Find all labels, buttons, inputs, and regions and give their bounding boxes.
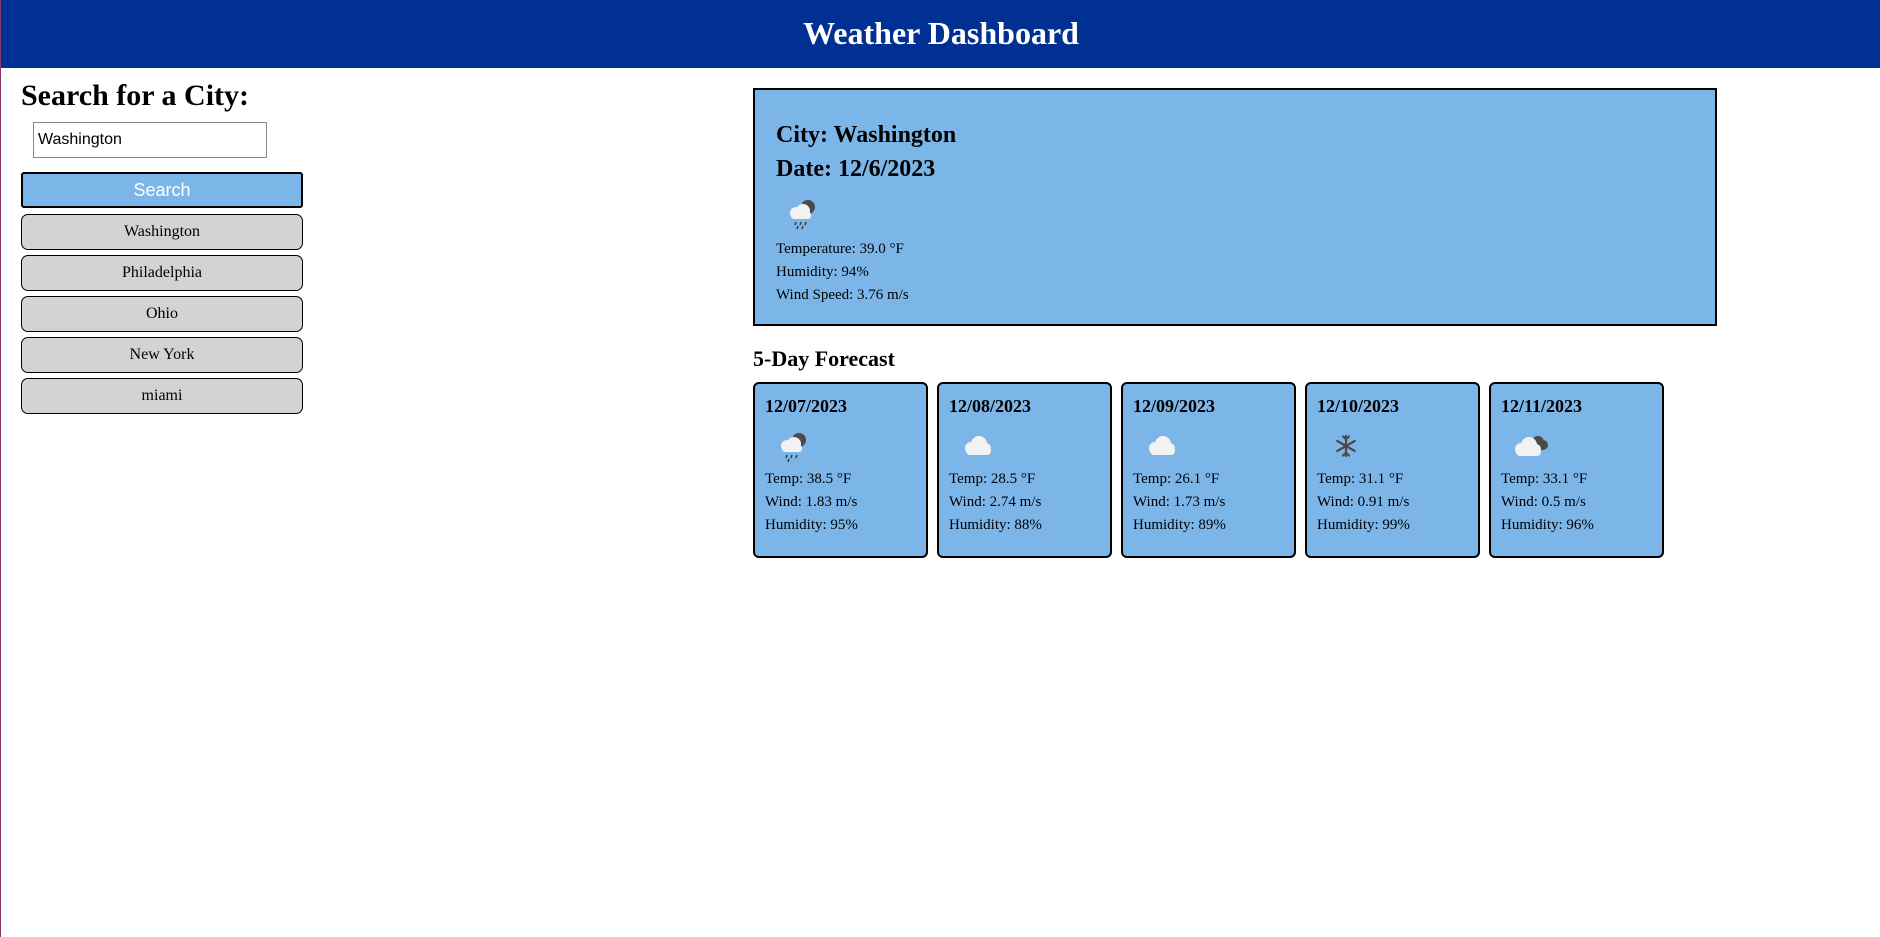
forecast-wind: Wind: 2.74 m/s [949, 494, 1042, 510]
search-sidebar: Search for a City: Search Washington Phi… [21, 78, 305, 419]
rain-cloud-night-icon [781, 433, 806, 463]
snowflake-icon [1336, 434, 1356, 458]
forecast-temp: Temp: 38.5 °F [765, 471, 852, 487]
forecast-stats: Temp: 28.5 °F Wind: 2.74 m/s Humidity: 8… [949, 468, 1100, 537]
forecast-wind: Wind: 0.91 m/s [1317, 494, 1410, 510]
history-city-button[interactable]: Ohio [21, 296, 303, 332]
search-button[interactable]: Search [21, 172, 303, 208]
forecast-stats: Temp: 38.5 °F Wind: 1.83 m/s Humidity: 9… [765, 468, 916, 537]
forecast-card: 12/09/2023 Temp: 26.1 °F Wind: 1.73 m/s … [1121, 382, 1296, 558]
current-date: Date: 12/6/2023 [776, 156, 936, 182]
forecast-humidity: Humidity: 89% [1133, 517, 1226, 533]
forecast-temp: Temp: 31.1 °F [1317, 471, 1404, 487]
forecast-humidity: Humidity: 99% [1317, 517, 1410, 533]
current-weather-card: City: Washington Date: 12/6/2023 Tempera… [753, 88, 1717, 326]
forecast-stats: Temp: 26.1 °F Wind: 1.73 m/s Humidity: 8… [1133, 468, 1284, 537]
current-temperature: Temperature: 39.0 °F [776, 241, 904, 257]
forecast-card: 12/11/2023 Temp: 33.1 °F Wind: 0.5 m/s H… [1489, 382, 1664, 558]
forecast-humidity: Humidity: 95% [765, 517, 858, 533]
forecast-date: 12/08/2023 [949, 396, 1032, 416]
forecast-date: 12/10/2023 [1317, 396, 1400, 416]
current-city: City: Washington [776, 122, 957, 148]
history-city-button[interactable]: New York [21, 337, 303, 373]
cloud-icon [965, 436, 991, 455]
app-header: Weather Dashboard [1, 0, 1880, 68]
forecast-wind: Wind: 1.83 m/s [765, 494, 858, 510]
forecast-stats: Temp: 31.1 °F Wind: 0.91 m/s Humidity: 9… [1317, 468, 1468, 537]
forecast-date: 12/07/2023 [765, 396, 848, 416]
search-history-list: Washington Philadelphia Ohio New York mi… [21, 214, 305, 414]
forecast-wind: Wind: 1.73 m/s [1133, 494, 1226, 510]
forecast-temp: Temp: 33.1 °F [1501, 471, 1588, 487]
forecast-stats: Temp: 33.1 °F Wind: 0.5 m/s Humidity: 96… [1501, 468, 1652, 537]
history-city-button[interactable]: Washington [21, 214, 303, 250]
forecast-humidity: Humidity: 96% [1501, 517, 1594, 533]
forecast-heading: 5-Day Forecast [753, 346, 895, 371]
current-humidity: Humidity: 94% [776, 264, 869, 280]
search-heading: Search for a City: [21, 79, 250, 112]
page-title: Weather Dashboard [803, 15, 1079, 51]
forecast-temp: Temp: 28.5 °F [949, 471, 1036, 487]
forecast-temp: Temp: 26.1 °F [1133, 471, 1220, 487]
cloud-icon [1149, 436, 1175, 455]
forecast-date: 12/09/2023 [1133, 396, 1216, 416]
forecast-card: 12/08/2023 Temp: 28.5 °F Wind: 2.74 m/s … [937, 382, 1112, 558]
history-city-button[interactable]: Philadelphia [21, 255, 303, 291]
current-stats: Temperature: 39.0 °F Humidity: 94% Wind … [776, 238, 1695, 307]
history-city-button[interactable]: miami [21, 378, 303, 414]
forecast-humidity: Humidity: 88% [949, 517, 1042, 533]
forecast-card: 12/07/2023 Temp: 38.5 °F Wind: 1.83 m/s … [753, 382, 928, 558]
city-search-input[interactable] [33, 122, 267, 158]
rain-cloud-night-icon [790, 200, 815, 230]
forecast-card: 12/10/2023 Temp: 31.1 °F Wind: 0.91 m/s … [1305, 382, 1480, 558]
forecast-date: 12/11/2023 [1501, 396, 1583, 416]
current-wind-speed: Wind Speed: 3.76 m/s [776, 287, 909, 303]
forecast-wind: Wind: 0.5 m/s [1501, 494, 1586, 510]
broken-clouds-icon [1515, 436, 1548, 456]
